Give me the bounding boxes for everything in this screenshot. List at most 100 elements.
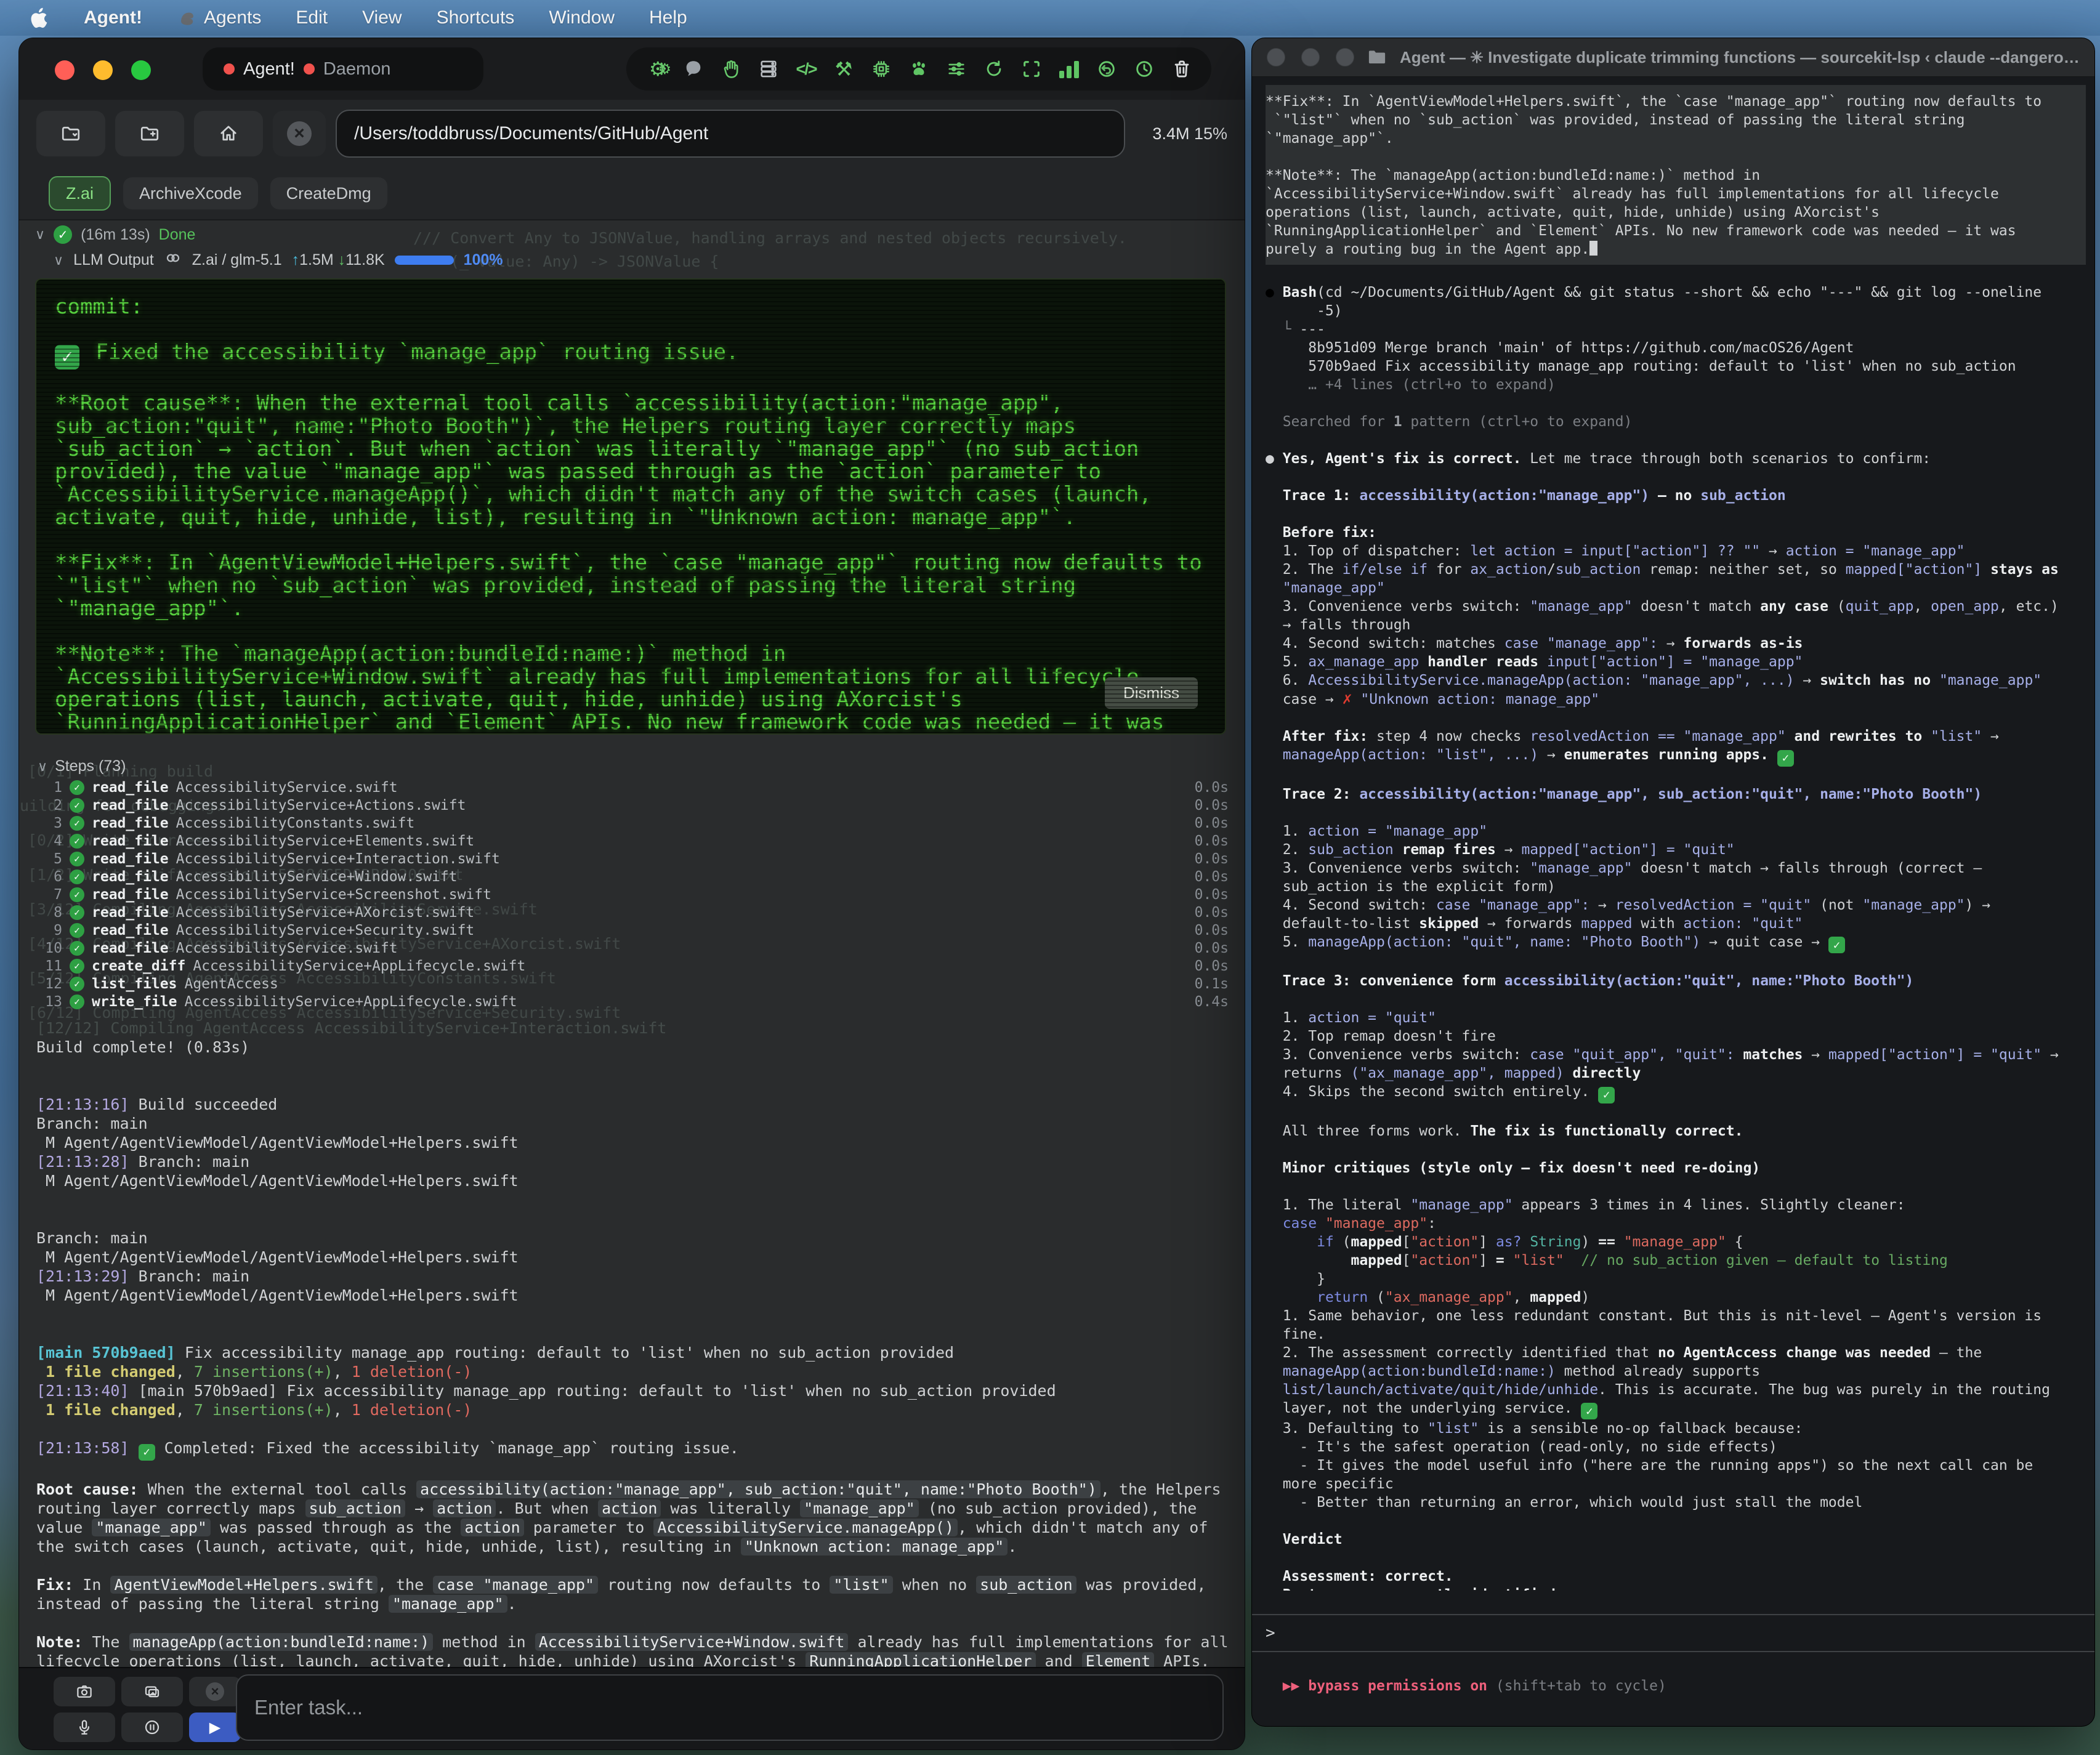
terminal-line: 570b9aed Fix accessibility manage_app ro… <box>1266 357 2086 376</box>
dismiss-button[interactable]: Dismiss <box>1105 677 1198 709</box>
terminal-line <box>36 1076 1229 1095</box>
step-row[interactable]: 6✓read_fileAccessibilityService+Window.s… <box>38 868 1229 886</box>
task-input[interactable] <box>236 1674 1224 1741</box>
menu-edit[interactable]: Edit <box>296 7 328 28</box>
step-row[interactable]: 2✓read_fileAccessibilityService+Actions.… <box>38 796 1229 814</box>
terminal-line: } <box>1266 1270 2086 1288</box>
minimize-button[interactable] <box>93 60 113 80</box>
terminal-line: -5) <box>1266 302 2086 320</box>
mic-button[interactable] <box>54 1713 115 1742</box>
terminal-line: Searched for 1 pattern (ctrl+o to expand… <box>1266 413 2086 431</box>
apple-menu-icon[interactable] <box>27 6 49 30</box>
elapsed-time: (16m 13s) <box>81 226 150 244</box>
terminal-line: operations (list, launch, activate, quit… <box>1266 203 2086 222</box>
clear-task-button[interactable]: × <box>189 1677 241 1706</box>
toolbar: ⚙⚙ </> ⚒ <box>626 47 1211 91</box>
clear-path-button[interactable]: × <box>273 111 326 156</box>
terminal-line: 1. action = "manage_app" <box>1266 822 2086 841</box>
terminal-line: `"manage_app"`. <box>1266 129 2086 148</box>
folder-menu-button[interactable] <box>36 111 105 156</box>
terminal-line: purely a routing bug in the Agent app. <box>1266 240 2086 259</box>
menu-app[interactable]: Agent! <box>84 7 142 28</box>
menu-window[interactable]: Window <box>549 7 615 28</box>
step-row[interactable]: 12✓list_filesAgentAccess0.1s <box>38 975 1229 993</box>
steps-header[interactable]: ∨ Steps (73) <box>38 757 126 775</box>
menu-agents[interactable]: Agents <box>177 7 261 28</box>
terminal-line <box>36 1305 1229 1324</box>
close-button[interactable] <box>1267 48 1285 67</box>
terminal-line: 4. Second switch: case "manage_app": → r… <box>1266 896 2086 914</box>
workflow-tabs: Z.ai ArchiveXcode CreateDmg <box>19 167 1245 220</box>
terminal-line <box>1266 265 2086 283</box>
code-icon[interactable]: </> <box>795 58 817 80</box>
check-icon: ✓ <box>70 977 84 991</box>
terminal-line: default-to-list skipped → forwards mappe… <box>1266 914 2086 933</box>
chat-icon[interactable] <box>682 58 705 80</box>
bypass-permissions-status[interactable]: ▶▶ bypass permissions on (shift+tab to c… <box>1266 1678 1666 1694</box>
chip-icon[interactable] <box>870 58 892 80</box>
terminal-line <box>1266 1549 2086 1567</box>
zoom-button[interactable] <box>1336 48 1354 67</box>
terminal-line: [21:13:40] [main 570b9aed] Fix accessibi… <box>36 1381 1229 1400</box>
menu-view[interactable]: View <box>362 7 402 28</box>
step-row[interactable]: 11✓create_diffAccessibilityService+AppLi… <box>38 957 1229 975</box>
step-row[interactable]: 5✓read_fileAccessibilityService+Interact… <box>38 850 1229 868</box>
sliders-icon[interactable] <box>945 58 967 80</box>
new-folder-button[interactable] <box>115 111 184 156</box>
run-status-row[interactable]: ∨ ✓ (16m 13s) Done <box>35 225 195 244</box>
terminal-line <box>1266 505 2086 523</box>
terminal-line: manageApp(action: "list", ...) → enumera… <box>1266 746 2086 767</box>
run-button[interactable]: ▶ <box>189 1713 241 1742</box>
close-button[interactable] <box>55 60 75 80</box>
terminal-prompt[interactable]: > <box>1252 1614 2094 1652</box>
build-log: [12/12] Compiling AgentAccess Accessibil… <box>36 1019 1229 1668</box>
terminal-line: 1. action = "quit" <box>1266 1009 2086 1027</box>
hand-icon[interactable] <box>720 58 742 80</box>
step-row[interactable]: 7✓read_fileAccessibilityService+Screensh… <box>38 886 1229 903</box>
tab-zai[interactable]: Z.ai <box>49 176 111 211</box>
bars-icon[interactable] <box>1058 60 1080 78</box>
fullscreen-icon[interactable] <box>1020 58 1043 80</box>
agent-status-label: Agent! <box>243 59 295 79</box>
terminal-line: **Fix**: In `AgentViewModel+Helpers.swif… <box>1266 92 2086 111</box>
undo-icon[interactable] <box>1096 58 1118 80</box>
pause-button[interactable] <box>121 1713 183 1742</box>
check-icon: ✓ <box>70 869 84 884</box>
terminal-line: … +4 lines (ctrl+o to expand) <box>1266 376 2086 394</box>
refresh-icon[interactable] <box>983 58 1005 80</box>
step-row[interactable]: 10✓read_fileAccessibilityService.swift0.… <box>38 939 1229 957</box>
step-row[interactable]: 8✓read_fileAccessibilityService+AXorcist… <box>38 903 1229 921</box>
menu-shortcuts[interactable]: Shortcuts <box>437 7 515 28</box>
terminal-line: sub_action is the explicit form) <box>1266 878 2086 896</box>
tab-createdmg[interactable]: CreateDmg <box>270 177 387 209</box>
assistant-summary-block: **Fix**: In `AgentViewModel+Helpers.swif… <box>1266 85 2086 265</box>
menu-help[interactable]: Help <box>649 7 687 28</box>
history-icon[interactable] <box>1133 58 1155 80</box>
tab-archivexcode[interactable]: ArchiveXcode <box>123 177 258 209</box>
step-row[interactable]: 9✓read_fileAccessibilityService+Security… <box>38 921 1229 939</box>
terminal-line: After fix: step 4 now checks resolvedAct… <box>1266 727 2086 746</box>
terminal-line: Trace 1: accessibility(action:"manage_ap… <box>1266 486 2086 505</box>
camera-button[interactable] <box>54 1677 115 1706</box>
step-row[interactable]: 3✓read_fileAccessibilityConstants.swift0… <box>38 814 1229 832</box>
terminal-line: case "manage_app": <box>1266 1214 2086 1233</box>
servers-icon[interactable] <box>757 58 780 80</box>
minimize-button[interactable] <box>1301 48 1320 67</box>
terminal-line <box>36 1461 1229 1480</box>
tools-icon[interactable]: ⚒ <box>833 58 855 80</box>
path-field[interactable]: /Users/toddbruss/Documents/GitHub/Agent <box>336 110 1125 158</box>
paw-icon[interactable] <box>908 58 930 80</box>
check-icon: ✓ <box>70 798 84 813</box>
step-row[interactable]: 13✓write_fileAccessibilityService+AppLif… <box>38 993 1229 1011</box>
home-button[interactable] <box>194 111 263 156</box>
chevron-down-icon: ∨ <box>38 759 47 775</box>
trash-icon[interactable] <box>1171 58 1193 80</box>
step-row[interactable]: 4✓read_fileAccessibilityService+Elements… <box>38 832 1229 850</box>
terminal-line: Root cause: correctly identified. <box>1266 1586 2086 1591</box>
screenshot-button[interactable] <box>121 1677 183 1706</box>
check-icon: ✓ <box>70 834 84 849</box>
step-row[interactable]: 1✓read_fileAccessibilityService.swift0.0… <box>38 778 1229 796</box>
gears-icon[interactable]: ⚙⚙ <box>645 58 667 80</box>
llm-output-row[interactable]: ∨ LLM Output Z.ai / glm-5.1 ↑1.5M ↓11.8K… <box>54 249 503 272</box>
zoom-button[interactable] <box>131 60 151 80</box>
